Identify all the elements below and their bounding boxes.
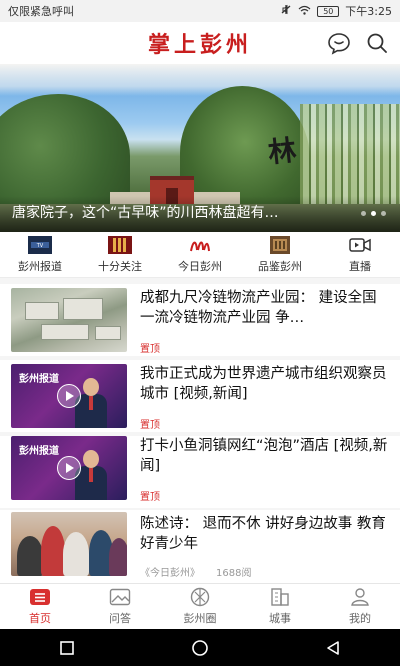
tab-home[interactable]: 首页 <box>5 587 75 626</box>
system-nav-bar <box>0 629 400 666</box>
tab-profile[interactable]: 我的 <box>325 587 395 626</box>
thumb-person <box>109 538 127 576</box>
pinned-tag: 置顶 <box>140 420 160 431</box>
thumb-building <box>95 326 121 340</box>
tab-label: 彭州圈 <box>183 612 217 625</box>
news-thumbnail: 彭州报道 <box>11 436 127 500</box>
app-header: 掌上彭州 <box>0 22 400 64</box>
channel-label: 品鉴彭州 <box>258 259 302 273</box>
news-item[interactable]: 陈述诗： 退而不休 讲好身边故事 教育好青少年 《今日彭州》 1688阅 <box>0 510 400 583</box>
user-icon <box>349 587 371 607</box>
tab-label: 首页 <box>29 612 51 625</box>
thumb-logo-text: 彭州报道 <box>19 374 59 385</box>
pinned-tag: 置顶 <box>140 492 160 503</box>
circle-icon <box>192 639 208 656</box>
search-icon <box>367 33 387 53</box>
wifi-icon <box>298 5 311 18</box>
news-feed: 成都九尺冷链物流产业园： 建设全国一流冷链物流产业园 争… 置顶 彭州报道 我市… <box>0 278 400 583</box>
battery-icon: 50 <box>317 5 340 17</box>
channel-label: 彭州报道 <box>18 259 62 273</box>
thumb-building <box>41 324 89 340</box>
tab-qa[interactable]: 问答 <box>85 587 155 626</box>
banner-dot[interactable] <box>381 211 386 216</box>
channel-label: 今日彭州 <box>178 259 222 273</box>
thumb-person <box>63 532 89 576</box>
banner-sky-fade <box>0 64 400 96</box>
search-button[interactable] <box>364 30 390 56</box>
channel-live[interactable]: 直播 <box>325 236 395 274</box>
pengzhou-report-icon: TV <box>28 235 52 254</box>
play-icon <box>66 463 74 473</box>
play-icon <box>66 391 74 401</box>
news-title: 打卡小鱼洞镇网红“泡泡”酒店 [视频,新闻] <box>140 438 388 474</box>
mute-icon <box>280 4 292 18</box>
anchor-tie <box>89 468 93 482</box>
thumb-building <box>25 302 59 320</box>
news-thumbnail <box>11 512 127 576</box>
news-thumbnail <box>11 288 127 352</box>
video-camera-icon <box>348 236 372 254</box>
tab-label: 问答 <box>109 612 131 625</box>
channel-label: 直播 <box>349 259 371 273</box>
anchor-tie <box>89 396 93 410</box>
banner-calligraphy: 林 <box>266 133 296 170</box>
news-title: 成都九尺冷链物流产业园： 建设全国一流冷链物流产业园 争… <box>140 290 377 326</box>
play-button[interactable] <box>57 456 81 480</box>
status-carrier-text: 仅限紧急呼叫 <box>8 5 74 18</box>
building-icon <box>269 587 291 607</box>
tab-label: 城事 <box>269 612 291 625</box>
tab-city-events[interactable]: 城事 <box>245 587 315 626</box>
app-title: 掌上彭州 <box>147 32 252 58</box>
banner-dot-active[interactable] <box>371 211 376 216</box>
news-source: 《今日彭州》 <box>140 568 200 579</box>
square-icon <box>59 640 74 655</box>
svg-text:TV: TV <box>36 243 44 249</box>
news-title: 陈述诗： 退而不休 讲好身边故事 教育好青少年 <box>140 516 386 552</box>
channel-today-pengzhou[interactable]: 今日彭州 <box>165 236 235 274</box>
recent-apps-button[interactable] <box>47 633 87 663</box>
channel-ten-focus[interactable]: 十分关注 <box>85 235 155 274</box>
status-time: 下午3:25 <box>345 5 392 18</box>
back-triangle-icon <box>327 640 340 655</box>
thumb-person <box>41 526 65 576</box>
anchor-head <box>83 378 99 396</box>
home-icon <box>29 587 51 607</box>
tab-pengzhou-circle[interactable]: 彭州圈 <box>165 587 235 626</box>
today-pengzhou-icon <box>188 236 212 254</box>
chat-button[interactable] <box>326 30 352 56</box>
bottom-tab-bar: 首页 问答 彭州圈 城事 我的 <box>0 583 400 629</box>
channel-label: 十分关注 <box>98 259 142 273</box>
aperture-icon <box>189 587 211 607</box>
back-button[interactable] <box>313 633 353 663</box>
anchor-head <box>83 450 99 468</box>
play-button[interactable] <box>57 384 81 408</box>
banner-carousel[interactable]: 林 唐家院子，这个“古早味”的川西林盘超有… <box>0 64 400 232</box>
tab-label: 我的 <box>349 612 371 625</box>
image-icon <box>109 587 131 607</box>
news-item[interactable]: 成都九尺冷链物流产业园： 建设全国一流冷链物流产业园 争… 置顶 <box>0 284 400 356</box>
thumb-building <box>63 298 103 320</box>
banner-pagination <box>361 211 386 216</box>
news-item[interactable]: 彭州报道 我市正式成为世界遗产城市组织观察员城市 [视频,新闻] 置顶 <box>0 360 400 432</box>
thumb-logo-text: 彭州报道 <box>19 446 59 457</box>
channel-nav: TV 彭州报道 十分关注 今日彭州 品鉴彭州 直播 <box>0 232 400 278</box>
thumb-person <box>17 536 43 576</box>
news-view-count: 1688阅 <box>216 568 252 579</box>
banner-caption[interactable]: 唐家院子，这个“古早味”的川西林盘超有… <box>12 202 342 222</box>
ten-focus-icon <box>108 235 132 254</box>
status-indicators: 50 下午3:25 <box>280 3 392 19</box>
news-item[interactable]: 彭州报道 打卡小鱼洞镇网红“泡泡”酒店 [视频,新闻] 置顶 <box>0 436 400 508</box>
channel-pengzhou-report[interactable]: TV 彭州报道 <box>5 235 75 274</box>
appreciate-pengzhou-icon <box>268 235 292 254</box>
banner-dot[interactable] <box>361 211 366 216</box>
status-bar: 仅限紧急呼叫 50 下午3:25 <box>0 0 400 22</box>
pinned-tag: 置顶 <box>140 344 160 355</box>
news-title: 我市正式成为世界遗产城市组织观察员城市 [视频,新闻] <box>140 366 387 402</box>
chat-icon <box>328 33 350 55</box>
channel-appreciate-pengzhou[interactable]: 品鉴彭州 <box>245 235 315 274</box>
news-thumbnail: 彭州报道 <box>11 364 127 428</box>
home-button[interactable] <box>180 633 220 663</box>
